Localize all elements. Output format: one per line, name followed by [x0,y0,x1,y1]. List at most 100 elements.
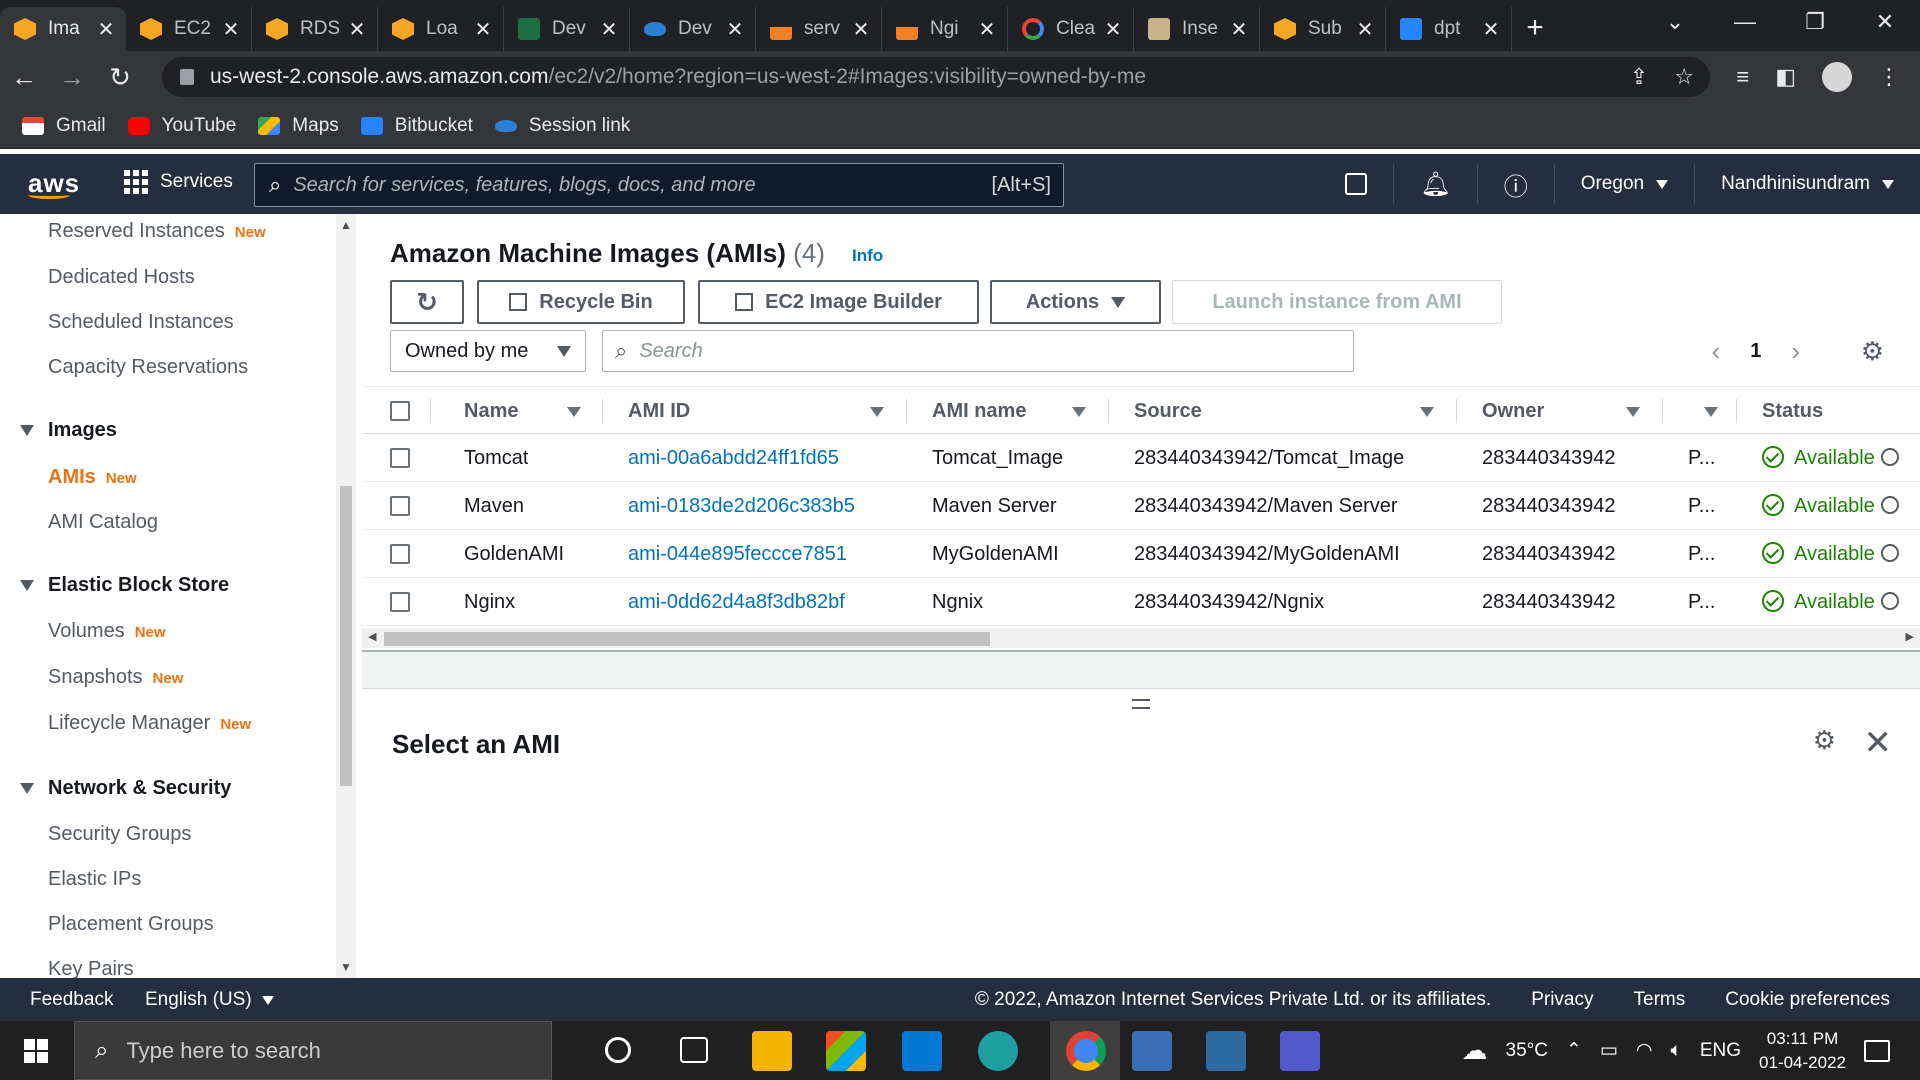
sidebar-section-images[interactable]: Images [20,419,117,442]
sidebar-item-placement-groups[interactable]: Placement Groups [48,913,214,936]
table-row[interactable]: Maven ami-0183de2d206c383b5 Maven Server… [362,482,1920,530]
microsoft-store-icon[interactable] [826,1031,866,1071]
aws-logo[interactable]: aws [28,168,80,199]
ami-search-input[interactable]: ⌕ Search [602,330,1354,372]
help-button[interactable]: ⓘ [1476,164,1554,204]
sort-icon[interactable] [870,407,884,417]
ec2-image-builder-button[interactable]: EC2 Image Builder [698,280,979,324]
media-icon[interactable]: ≡ [1736,64,1749,90]
sidebar-item-amis[interactable]: AMIs New [48,466,137,489]
close-tab-icon[interactable]: ✕ [1229,17,1249,42]
launch-instance-button[interactable]: Launch instance from AMI [1172,280,1502,324]
table-preferences-gear-icon[interactable]: ⚙ [1861,336,1884,367]
volume-icon[interactable]: 🔈︎ [1670,1040,1681,1062]
scroll-left-icon[interactable]: ◀ [368,630,376,643]
windows-start-icon[interactable] [24,1039,48,1063]
restore-icon[interactable]: ❐ [1780,0,1850,44]
current-page[interactable]: 1 [1750,340,1761,363]
close-tab-icon[interactable]: ✕ [725,17,745,42]
mail-icon[interactable] [902,1031,942,1071]
cloudshell-button[interactable] [1319,164,1393,204]
services-menu-button[interactable]: Services [124,170,233,194]
teams-icon[interactable] [1280,1031,1320,1071]
sidebar-item-snapshots[interactable]: Snapshots New [48,666,183,689]
close-icon[interactable]: ✕ [1864,723,1893,763]
row-checkbox[interactable] [390,496,410,516]
side-panel-icon[interactable]: ◧ [1775,64,1796,90]
sort-icon[interactable] [1420,407,1434,417]
sidebar-scrollbar[interactable]: ▲ ▼ [336,214,356,978]
browser-tab[interactable]: Dev ✕ [630,7,756,51]
sidebar-item-ami-catalog[interactable]: AMI Catalog [48,511,158,534]
zoom-icon[interactable] [1880,447,1899,466]
browser-tab[interactable]: Ngi ✕ [882,7,1008,51]
close-tab-icon[interactable]: ✕ [473,17,493,42]
notifications-icon[interactable] [1864,1039,1890,1062]
task-view-icon[interactable] [680,1037,708,1063]
chrome-icon[interactable] [1066,1031,1106,1071]
sidebar-section-ebs[interactable]: Elastic Block Store [20,574,229,597]
row-checkbox[interactable] [390,592,410,612]
scroll-right-icon[interactable]: ▶ [1906,630,1914,643]
chevron-up-icon[interactable]: ⌃ [1566,1039,1582,1062]
account-menu[interactable]: Nandhinisundram [1694,164,1920,204]
prev-page-icon[interactable]: ‹ [1712,336,1721,367]
back-icon[interactable]: ← [0,62,48,93]
close-tab-icon[interactable]: ✕ [977,17,997,42]
row-checkbox[interactable] [390,544,410,564]
browser-tab[interactable]: EC2 ✕ [126,7,252,51]
window-close-icon[interactable]: ✕ [1850,0,1920,44]
browser-tab[interactable]: dpt ✕ [1386,7,1512,51]
bookmark-session-link[interactable]: Session link [494,115,630,137]
sort-icon[interactable] [1072,407,1086,417]
select-all-checkbox[interactable] [390,401,410,421]
table-row[interactable]: Tomcat ami-00a6abdd24ff1fd65 Tomcat_Imag… [362,434,1920,482]
sort-icon[interactable] [1626,407,1640,417]
bookmark-gmail[interactable]: Gmail [22,115,106,137]
table-row[interactable]: GoldenAMI ami-044e895feccce7851 MyGolden… [362,530,1920,578]
browser-tab[interactable]: Sub ✕ [1260,7,1386,51]
aws-search-input[interactable]: ⌕ Search for services, features, blogs, … [254,163,1064,207]
info-link[interactable]: Info [852,246,883,266]
recycle-bin-button[interactable]: Recycle Bin [477,280,685,324]
remote-desktop-icon[interactable] [1132,1031,1172,1071]
terms-link[interactable]: Terms [1634,989,1686,1011]
bookmark-youtube[interactable]: YouTube [127,115,236,137]
ami-id-link[interactable]: ami-0dd62d4a8f3db82bf [628,578,845,626]
cookie-preferences-link[interactable]: Cookie preferences [1725,989,1890,1011]
feedback-link[interactable]: Feedback [30,989,113,1011]
sidebar-item-reserved-instances[interactable]: Reserved Instances New [48,220,266,243]
sidebar-item-dedicated-hosts[interactable]: Dedicated Hosts [48,266,195,289]
row-checkbox[interactable] [390,448,410,468]
sidebar-item-security-groups[interactable]: Security Groups [48,823,191,846]
scroll-down-icon[interactable]: ▼ [340,960,352,974]
battery-icon[interactable]: ▭ [1600,1039,1618,1062]
close-tab-icon[interactable]: ✕ [1355,17,1375,42]
tab-search-icon[interactable]: ⌄ [1640,0,1710,44]
profile-avatar[interactable] [1822,62,1852,92]
bookmark-maps[interactable]: Maps [258,115,339,137]
browser-tab[interactable]: Ima ✕ [0,7,126,51]
next-page-icon[interactable]: › [1791,336,1800,367]
region-selector[interactable]: Oregon [1553,164,1694,204]
reload-icon[interactable]: ↻ [96,62,144,93]
column-header-ami-name[interactable]: AMI name [932,387,1026,435]
browser-tab[interactable]: serv ✕ [756,7,882,51]
notifications-button[interactable]: 🔔︎ [1393,164,1476,204]
close-tab-icon[interactable]: ✕ [347,17,367,42]
language-selector[interactable]: English (US) [145,989,274,1011]
refresh-button[interactable]: ↻ [390,280,464,324]
bookmark-star-icon[interactable]: ☆ [1674,64,1694,90]
close-tab-icon[interactable]: ✕ [851,17,871,42]
taskbar-search-box[interactable]: ⌕ Type here to search [74,1021,552,1080]
input-language[interactable]: ENG [1700,1040,1741,1062]
browser-tab[interactable]: Dev ✕ [504,7,630,51]
clock[interactable]: 03:11 PM 01-04-2022 [1759,1027,1846,1075]
close-tab-icon[interactable]: ✕ [96,17,116,42]
split-panel-gear-icon[interactable]: ⚙ [1813,725,1836,756]
actions-dropdown[interactable]: Actions [990,280,1161,324]
table-horizontal-scrollbar[interactable]: ◀ ▶ [362,628,1920,648]
browser-tab[interactable]: Inse ✕ [1134,7,1260,51]
zoom-icon[interactable] [1880,543,1899,562]
column-header-status[interactable]: Status [1762,387,1823,435]
